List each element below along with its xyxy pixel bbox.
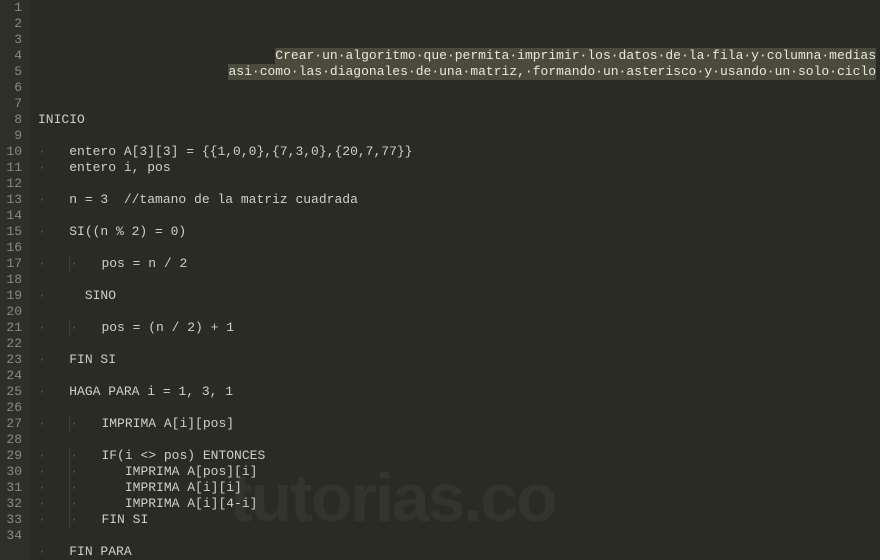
code-line[interactable]: · n = 3 //tamano de la matriz cuadrada [38, 192, 880, 208]
code-line[interactable]: · SI((n % 2) = 0) [38, 224, 880, 240]
code-line[interactable]: · · pos = n / 2 [38, 256, 880, 272]
code-line[interactable]: · FIN PARA [38, 544, 880, 560]
code-area[interactable]: tutorias.co Crear·un·algoritmo·que·permi… [30, 0, 880, 560]
code-text: · FIN SI [38, 352, 116, 367]
line-number: 25 [4, 384, 22, 400]
code-text: INICIO [38, 112, 85, 127]
code-line[interactable]: · · IMPRIMA A[i][4-i] [38, 496, 880, 512]
line-number-gutter: 1234567891011121314151617181920212223242… [0, 0, 30, 560]
line-number: 31 [4, 480, 22, 496]
line-number: 14 [4, 208, 22, 224]
code-text: · · FIN SI [38, 512, 148, 527]
line-number: 6 [4, 80, 22, 96]
code-text: asi·como·las·diagonales·de·una·matriz,·f… [228, 64, 876, 80]
line-number: 11 [4, 160, 22, 176]
line-number: 28 [4, 432, 22, 448]
code-line[interactable] [38, 400, 880, 416]
code-text: · · pos = n / 2 [38, 256, 187, 271]
code-text: · FIN PARA [38, 544, 132, 559]
line-number: 32 [4, 496, 22, 512]
code-text: · entero i, pos [38, 160, 171, 175]
line-number: 19 [4, 288, 22, 304]
code-text: · SI((n % 2) = 0) [38, 224, 186, 239]
code-text: · HAGA PARA i = 1, 3, 1 [38, 384, 233, 399]
line-number: 24 [4, 368, 22, 384]
line-number: 34 [4, 528, 22, 544]
line-number: 16 [4, 240, 22, 256]
code-line[interactable] [38, 528, 880, 544]
code-line[interactable] [38, 96, 880, 112]
code-line[interactable]: INICIO [38, 112, 880, 128]
code-text: · entero A[3][3] = {{1,0,0},{7,3,0},{20,… [38, 144, 412, 159]
code-text: · · IF(i <> pos) ENTONCES [38, 448, 265, 463]
line-number: 10 [4, 144, 22, 160]
line-number: 30 [4, 464, 22, 480]
code-line[interactable] [38, 272, 880, 288]
code-line[interactable]: · · IF(i <> pos) ENTONCES [38, 448, 880, 464]
line-number: 23 [4, 352, 22, 368]
code-text: · n = 3 //tamano de la matriz cuadrada [38, 192, 358, 207]
line-number: 12 [4, 176, 22, 192]
line-number: 13 [4, 192, 22, 208]
code-line[interactable] [38, 128, 880, 144]
code-text: · SINO [38, 288, 116, 303]
line-number: 27 [4, 416, 22, 432]
line-number: 2 [4, 16, 22, 32]
line-number: 18 [4, 272, 22, 288]
line-number: 5 [4, 64, 22, 80]
code-line[interactable] [38, 176, 880, 192]
code-text: · · IMPRIMA A[pos][i] [38, 464, 257, 479]
code-text: · · IMPRIMA A[i][4-i] [38, 496, 257, 511]
line-number: 4 [4, 48, 22, 64]
code-text: · · IMPRIMA A[i][pos] [38, 416, 234, 431]
code-line[interactable] [38, 304, 880, 320]
code-line[interactable] [38, 336, 880, 352]
line-number: 26 [4, 400, 22, 416]
code-line[interactable]: · · IMPRIMA A[i][i] [38, 480, 880, 496]
code-line[interactable]: · FIN SI [38, 352, 880, 368]
code-line[interactable]: · entero i, pos [38, 160, 880, 176]
code-line[interactable] [38, 240, 880, 256]
code-line[interactable]: · · IMPRIMA A[pos][i] [38, 464, 880, 480]
line-number: 17 [4, 256, 22, 272]
line-number: 7 [4, 96, 22, 112]
code-line[interactable]: · · pos = (n / 2) + 1 [38, 320, 880, 336]
code-line[interactable]: · HAGA PARA i = 1, 3, 1 [38, 384, 880, 400]
line-number: 8 [4, 112, 22, 128]
code-line[interactable]: · entero A[3][3] = {{1,0,0},{7,3,0},{20,… [38, 144, 880, 160]
line-number: 9 [4, 128, 22, 144]
code-line[interactable] [38, 368, 880, 384]
line-number: 20 [4, 304, 22, 320]
line-number: 22 [4, 336, 22, 352]
line-number: 1 [4, 0, 22, 16]
line-number: 29 [4, 448, 22, 464]
code-text: Crear·un·algoritmo·que·permita·imprimir·… [275, 48, 876, 64]
code-line[interactable]: · SINO [38, 288, 880, 304]
code-text: · · pos = (n / 2) + 1 [38, 320, 234, 335]
line-number: 3 [4, 32, 22, 48]
code-line[interactable]: Crear·un·algoritmo·que·permita·imprimir·… [38, 48, 880, 64]
code-line[interactable]: · · IMPRIMA A[i][pos] [38, 416, 880, 432]
code-line[interactable]: · · FIN SI [38, 512, 880, 528]
code-editor[interactable]: 1234567891011121314151617181920212223242… [0, 0, 880, 560]
code-line[interactable]: asi·como·las·diagonales·de·una·matriz,·f… [38, 64, 880, 80]
code-line[interactable] [38, 80, 880, 96]
line-number: 33 [4, 512, 22, 528]
line-number: 15 [4, 224, 22, 240]
line-number: 21 [4, 320, 22, 336]
code-line[interactable] [38, 432, 880, 448]
code-text: · · IMPRIMA A[i][i] [38, 480, 242, 495]
code-line[interactable] [38, 208, 880, 224]
